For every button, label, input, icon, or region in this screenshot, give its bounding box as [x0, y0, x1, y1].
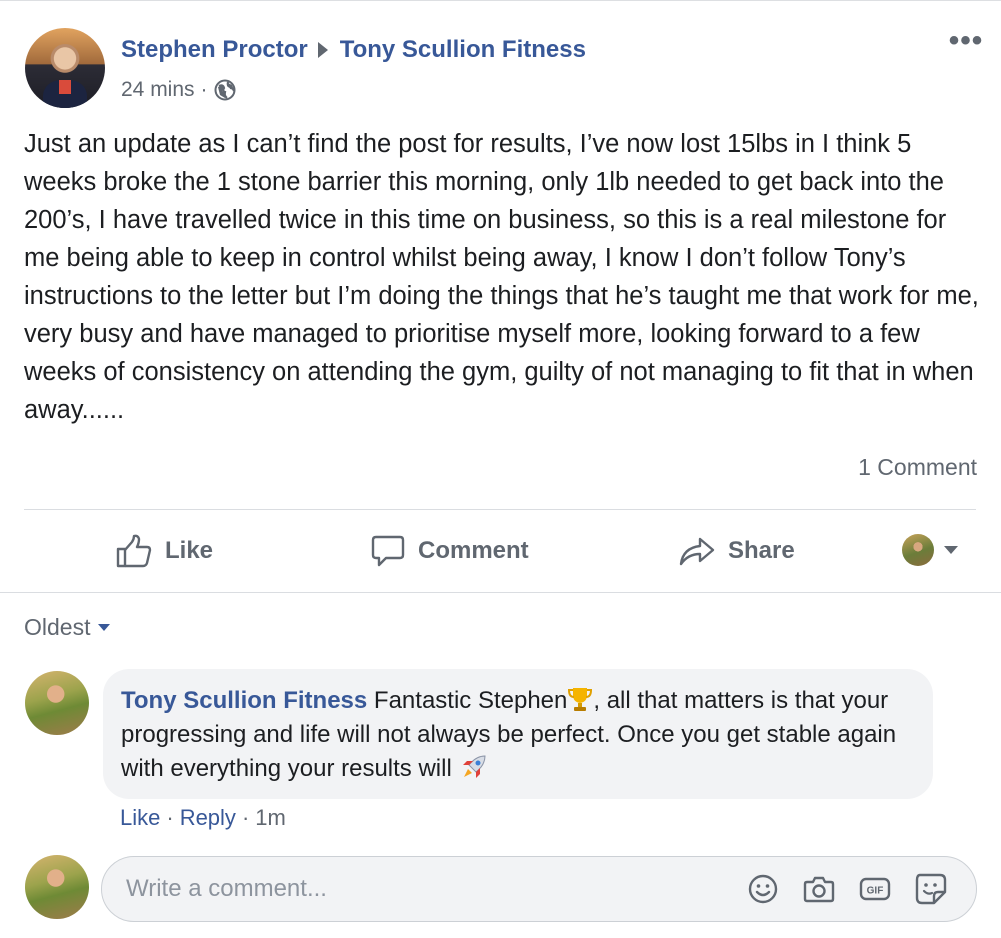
post-as-selector[interactable] [902, 534, 958, 566]
commenter-avatar[interactable] [25, 671, 89, 735]
comment-time[interactable]: 1m [255, 805, 286, 831]
meta-separator: · [200, 78, 208, 101]
author-avatar[interactable] [25, 28, 105, 108]
share-button[interactable]: Share [678, 531, 795, 571]
comment-count-link[interactable]: 1 Comment [858, 454, 977, 481]
divider [0, 592, 1001, 593]
emoji-icon[interactable] [746, 872, 780, 906]
comment-actions: Like · Reply · 1m [120, 805, 286, 831]
comment-bubble-icon [371, 535, 405, 567]
caret-down-icon [98, 624, 111, 631]
more-options-button[interactable]: ••• [946, 26, 986, 59]
sort-label: Oldest [24, 614, 91, 640]
trophy-icon [567, 686, 593, 712]
like-button[interactable]: Like [115, 531, 213, 571]
comment-reply-link[interactable]: Reply [180, 805, 236, 831]
separator: · [166, 805, 174, 830]
profile-avatar [902, 534, 934, 566]
comment-text-part1: Fantastic Stephen [367, 687, 568, 714]
post-header-names: Stephen Proctor Tony Scullion Fitness [121, 36, 586, 64]
comment-author-link[interactable]: Tony Scullion Fitness [121, 687, 367, 714]
svg-text:GIF: GIF [867, 886, 884, 897]
comment-composer: GIF [101, 856, 977, 922]
like-thumb-icon [116, 534, 152, 568]
gif-icon[interactable]: GIF [858, 872, 892, 906]
divider [24, 509, 976, 510]
like-label: Like [165, 537, 214, 564]
post-card: Stephen Proctor Tony Scullion Fitness 24… [0, 0, 1001, 938]
avatar-collar [59, 80, 71, 94]
comment-button[interactable]: Comment [370, 531, 529, 571]
current-user-avatar [25, 855, 89, 919]
comment-sort-dropdown[interactable]: Oldest [24, 614, 111, 641]
camera-icon[interactable] [802, 872, 836, 906]
share-label: Share [728, 537, 795, 564]
post-meta: 24 mins · [121, 78, 236, 102]
sticker-icon[interactable] [914, 872, 948, 906]
post-timestamp[interactable]: 24 mins [121, 78, 195, 102]
comment-label: Comment [418, 537, 529, 564]
author-name-link[interactable]: Stephen Proctor [121, 36, 308, 64]
group-name-link[interactable]: Tony Scullion Fitness [340, 36, 586, 64]
chevron-down-icon [944, 546, 958, 554]
globe-icon[interactable] [214, 79, 236, 101]
comment-input[interactable] [126, 857, 726, 921]
share-arrow-icon [679, 537, 715, 566]
arrow-right-icon [317, 42, 328, 58]
rocket-icon [458, 753, 488, 783]
comment-bubble: Tony Scullion Fitness Fantastic Stephen … [103, 669, 933, 799]
comment-like-link[interactable]: Like [120, 805, 160, 831]
separator: · [241, 805, 250, 830]
post-body: Just an update as I can’t find the post … [24, 130, 979, 424]
